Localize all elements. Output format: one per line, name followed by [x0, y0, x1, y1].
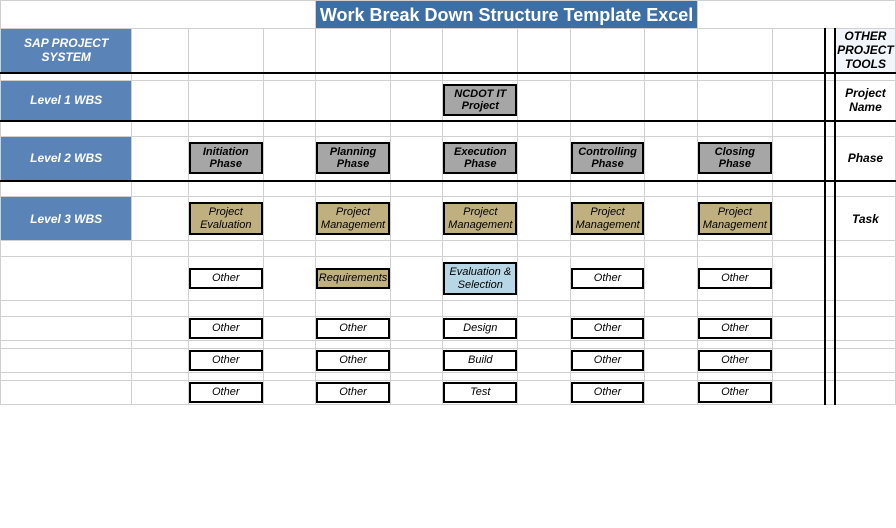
- task-other-b5[interactable]: Other: [698, 268, 772, 288]
- task-e2[interactable]: Other: [316, 382, 390, 402]
- task-c4[interactable]: Other: [571, 318, 645, 338]
- task-pm-5[interactable]: Project Management: [698, 202, 772, 234]
- task-other-b4[interactable]: Other: [571, 268, 645, 288]
- label-level3: Level 3 WBS: [1, 197, 132, 241]
- task-design[interactable]: Design: [443, 318, 517, 338]
- task-pm-3[interactable]: Project Management: [443, 202, 517, 234]
- task-d4[interactable]: Other: [571, 350, 645, 370]
- task-d5[interactable]: Other: [698, 350, 772, 370]
- phase-execution[interactable]: Execution Phase: [443, 142, 517, 174]
- task-e5[interactable]: Other: [698, 382, 772, 402]
- task-e4[interactable]: Other: [571, 382, 645, 402]
- task-pm-4[interactable]: Project Management: [571, 202, 645, 234]
- task-eval-select[interactable]: Evaluation & Selection: [443, 262, 517, 294]
- task-d1[interactable]: Other: [189, 350, 263, 370]
- label-phase: Phase: [835, 137, 896, 181]
- label-level2: Level 2 WBS: [1, 137, 132, 181]
- task-e1[interactable]: Other: [189, 382, 263, 402]
- task-build[interactable]: Build: [443, 350, 517, 370]
- phase-initiation[interactable]: Initiation Phase: [189, 142, 263, 174]
- grid: Work Break Down Structure Template Excel…: [0, 0, 896, 405]
- task-c2[interactable]: Other: [316, 318, 390, 338]
- label-level1: Level 1 WBS: [1, 81, 132, 121]
- header-sap: SAP PROJECT SYSTEM: [1, 29, 132, 73]
- task-d2[interactable]: Other: [316, 350, 390, 370]
- wbs-spreadsheet: Work Break Down Structure Template Excel…: [0, 0, 896, 528]
- task-eval[interactable]: Project Evaluation: [189, 202, 263, 234]
- header-other-tools: OTHER PROJECT TOOLS: [835, 29, 896, 73]
- task-test[interactable]: Test: [443, 382, 517, 402]
- task-other-b1[interactable]: Other: [189, 268, 263, 288]
- phase-controlling[interactable]: Controlling Phase: [571, 142, 645, 174]
- page-title: Work Break Down Structure Template Excel: [316, 1, 698, 29]
- label-task: Task: [835, 197, 896, 241]
- phase-closing[interactable]: Closing Phase: [698, 142, 772, 174]
- task-pm-2[interactable]: Project Management: [316, 202, 390, 234]
- task-c1[interactable]: Other: [189, 318, 263, 338]
- task-requirements[interactable]: Requirements: [316, 268, 390, 288]
- phase-planning[interactable]: Planning Phase: [316, 142, 390, 174]
- wbs-ncdot[interactable]: NCDOT IT Project: [443, 84, 517, 116]
- task-c5[interactable]: Other: [698, 318, 772, 338]
- label-project-name: Project Name: [835, 81, 896, 121]
